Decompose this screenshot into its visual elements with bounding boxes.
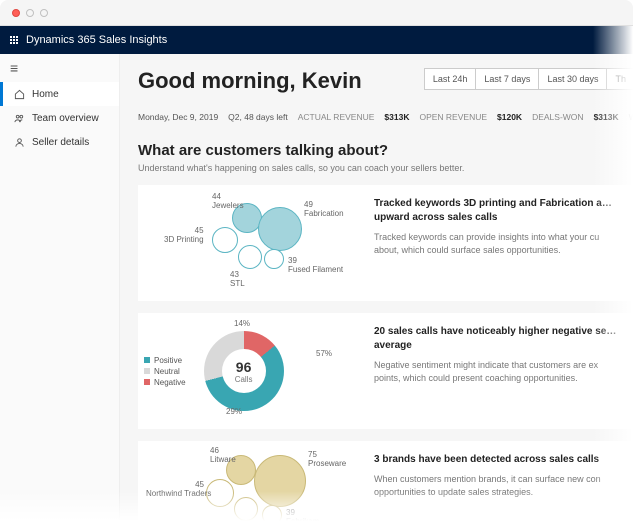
legend-label: Positive bbox=[154, 356, 182, 365]
person-icon bbox=[13, 136, 25, 148]
kpi-open-value: $120K bbox=[497, 112, 522, 122]
kpi-deals-value: $313K bbox=[594, 112, 619, 122]
legend-label: Neutral bbox=[154, 367, 180, 376]
kpi-period: Q2, 48 days left bbox=[228, 112, 288, 122]
range-last-24h[interactable]: Last 24h bbox=[424, 68, 477, 90]
range-more[interactable]: Th bbox=[606, 68, 633, 90]
donut-center-label: Calls bbox=[235, 375, 253, 384]
bubble-3dprinting bbox=[212, 227, 238, 253]
team-icon bbox=[13, 112, 25, 124]
range-last-7-days[interactable]: Last 7 days bbox=[475, 68, 539, 90]
kpi-deals-label: DEALS-WON bbox=[532, 112, 583, 122]
kpi-actual-label: ACTUAL REVENUE bbox=[298, 112, 375, 122]
donut-chart-sentiment: Positive Neutral Negative 96 Calls 14% 5… bbox=[144, 321, 364, 421]
pct-positive: 57% bbox=[316, 349, 332, 358]
insight-card-brands[interactable]: 46Litware 45Northwind Traders 43GDI 75Pr… bbox=[138, 441, 633, 521]
bubble-fabrication bbox=[258, 207, 302, 251]
bubble-label: 45Northwind Traders bbox=[146, 481, 204, 499]
kpi-open-label: OPEN REVENUE bbox=[419, 112, 487, 122]
main-content: Good morning, Kevin Last 24h Last 7 days… bbox=[120, 54, 633, 521]
kpi-date: Monday, Dec 9, 2019 bbox=[138, 112, 218, 122]
kpi-winrate-label: WIN-RATE bbox=[629, 112, 633, 122]
donut-center-value: 96 bbox=[236, 359, 252, 375]
bubble-label: 39Fabrikam bbox=[286, 509, 319, 521]
window-close-dot[interactable] bbox=[12, 9, 20, 17]
browser-window-chrome bbox=[0, 0, 633, 26]
sidebar-item-label: Seller details bbox=[32, 137, 89, 148]
insight-card-keywords[interactable]: 44Jewelers 453D Printing 43STL 49Fabrica… bbox=[138, 185, 633, 301]
home-icon bbox=[13, 88, 25, 100]
bubble-fusedfilament bbox=[264, 249, 284, 269]
insight-card-sentiment[interactable]: Positive Neutral Negative 96 Calls 14% 5… bbox=[138, 313, 633, 429]
card-heading: 3 brands have been detected across sales… bbox=[374, 453, 621, 467]
window-zoom-dot[interactable] bbox=[40, 9, 48, 17]
card-heading: Tracked keywords 3D printing and Fabrica… bbox=[374, 197, 621, 225]
sidebar-item-label: Home bbox=[32, 89, 59, 100]
card-body: When customers mention brands, it can su… bbox=[374, 473, 621, 498]
bubble-label: 75Proseware bbox=[308, 451, 346, 469]
sidebar-item-label: Team overview bbox=[32, 113, 99, 124]
window-minimize-dot[interactable] bbox=[26, 9, 34, 17]
bubble-label: 453D Printing bbox=[164, 227, 204, 245]
app-topbar: Dynamics 365 Sales Insights bbox=[0, 26, 633, 54]
range-last-30-days[interactable]: Last 30 days bbox=[538, 68, 607, 90]
bubble-chart-keywords: 44Jewelers 453D Printing 43STL 49Fabrica… bbox=[144, 193, 364, 293]
app-launcher-icon[interactable] bbox=[10, 36, 18, 44]
sidebar-toggle-icon[interactable]: ≡ bbox=[0, 54, 119, 82]
sentiment-legend: Positive Neutral Negative bbox=[144, 354, 186, 389]
bubble-label: 39Fused Filament bbox=[288, 257, 343, 275]
donut-ring: 96 Calls bbox=[204, 331, 284, 411]
bubble-chart-brands: 46Litware 45Northwind Traders 43GDI 75Pr… bbox=[144, 449, 364, 521]
sidebar-item-seller-details[interactable]: Seller details bbox=[0, 130, 119, 154]
bubble-label: 46Litware bbox=[210, 447, 236, 465]
bubble-label: 49Fabrication bbox=[304, 201, 344, 219]
page-title: Good morning, Kevin bbox=[138, 68, 362, 94]
legend-swatch-positive bbox=[144, 357, 150, 363]
bubble-label: 43STL bbox=[230, 271, 245, 289]
time-range-group: Last 24h Last 7 days Last 30 days Th bbox=[425, 68, 633, 90]
kpi-strip: Monday, Dec 9, 2019 Q2, 48 days left ACT… bbox=[138, 112, 633, 122]
card-body: Negative sentiment might indicate that c… bbox=[374, 359, 621, 384]
bubble-label: 44Jewelers bbox=[212, 193, 244, 211]
section-title: What are customers talking about? bbox=[138, 142, 633, 159]
sidebar-item-team-overview[interactable]: Team overview bbox=[0, 106, 119, 130]
donut-center: 96 Calls bbox=[222, 349, 266, 393]
sidebar: ≡ Home Team overview Seller details bbox=[0, 54, 120, 521]
pct-neutral: 29% bbox=[226, 407, 242, 416]
legend-swatch-neutral bbox=[144, 368, 150, 374]
legend-swatch-negative bbox=[144, 379, 150, 385]
bubble-gdi bbox=[234, 497, 258, 521]
bubble-proseware bbox=[254, 455, 306, 507]
bubble-stl bbox=[238, 245, 262, 269]
app-title: Dynamics 365 Sales Insights bbox=[26, 34, 167, 46]
kpi-actual-value: $313K bbox=[384, 112, 409, 122]
card-body: Tracked keywords can provide insights in… bbox=[374, 231, 621, 256]
legend-label: Negative bbox=[154, 378, 186, 387]
sidebar-item-home[interactable]: Home bbox=[0, 82, 119, 106]
pct-negative: 14% bbox=[234, 319, 250, 328]
section-subtitle: Understand what's happening on sales cal… bbox=[138, 163, 633, 173]
bubble-fabrikam bbox=[262, 505, 282, 521]
card-heading: 20 sales calls have noticeably higher ne… bbox=[374, 325, 621, 353]
